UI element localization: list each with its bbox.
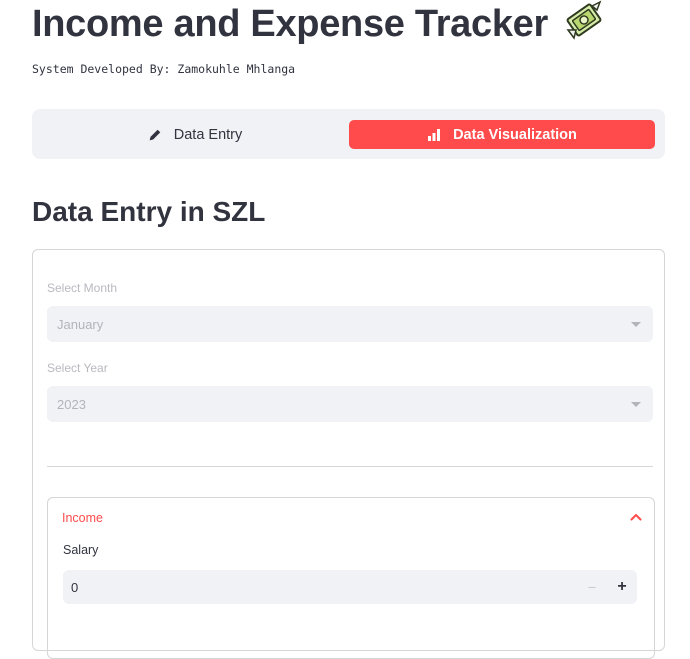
- page-title-text: Income and Expense Tracker: [32, 3, 548, 45]
- income-expander-header[interactable]: Income: [48, 498, 654, 538]
- income-expander-title: Income: [62, 511, 103, 525]
- increment-button[interactable]: +: [607, 570, 637, 604]
- nav-item-label: Data Entry: [173, 126, 243, 143]
- entry-form: Select Month January Select Year 2023 In…: [32, 249, 665, 659]
- subtitle: System Developed By: Zamokuhle Mhlanga: [32, 62, 296, 76]
- income-expander: Income Salary − +: [47, 497, 655, 659]
- salary-input[interactable]: [63, 570, 571, 604]
- month-select[interactable]: January: [47, 306, 653, 342]
- year-select[interactable]: 2023: [47, 386, 653, 422]
- section-title: Data Entry in SZL: [32, 196, 266, 227]
- salary-number-input: − +: [63, 570, 637, 604]
- nav-menu: Data Entry Data Visualization: [32, 109, 665, 159]
- nav-item-data-entry[interactable]: Data Entry: [42, 120, 348, 149]
- money-with-wings-icon: [564, 0, 604, 50]
- chevron-down-icon: [631, 322, 641, 327]
- nav-item-data-visualization[interactable]: Data Visualization: [349, 120, 655, 149]
- divider: [47, 466, 653, 467]
- nav-item-label: Data Visualization: [453, 126, 577, 143]
- pencil-icon: [149, 129, 160, 140]
- salary-label: Salary: [63, 543, 99, 557]
- chevron-up-icon: [630, 514, 642, 521]
- bar-chart-icon: [428, 128, 441, 141]
- year-label: Select Year: [47, 361, 108, 375]
- month-label: Select Month: [47, 281, 118, 295]
- year-value: 2023: [57, 397, 86, 412]
- month-value: January: [57, 317, 104, 332]
- chevron-down-icon: [631, 402, 641, 407]
- page-title: Income and Expense Tracker: [32, 0, 604, 50]
- decrement-button[interactable]: −: [577, 570, 607, 604]
